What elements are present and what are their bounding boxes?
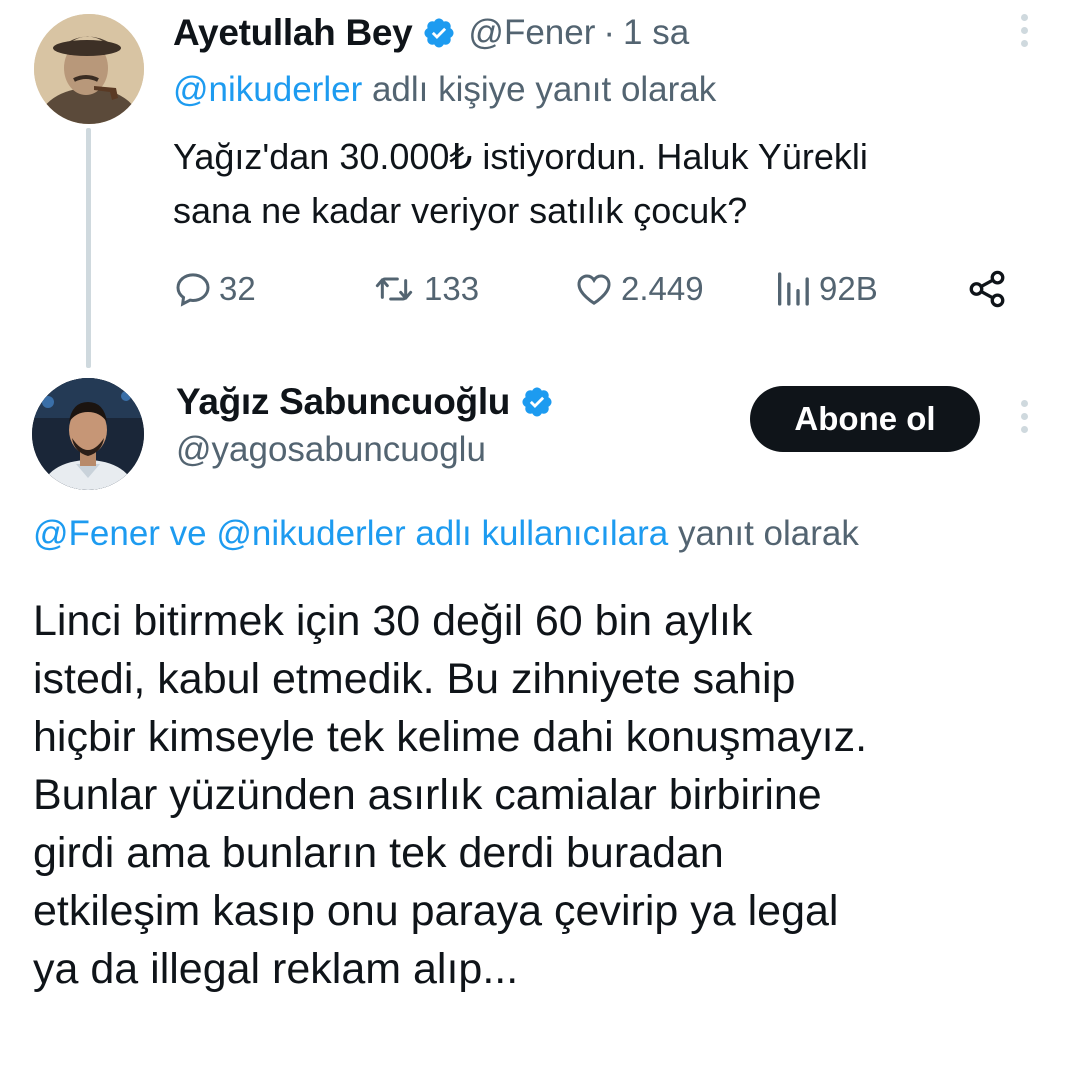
like-button[interactable]: 2.449 xyxy=(573,262,704,316)
thread-connector-line xyxy=(86,128,91,368)
follow-button[interactable]: Abone ol xyxy=(750,386,980,452)
tweet2-text: Linci bitirmek için 30 değil 60 bin aylı… xyxy=(33,592,1063,998)
author-handle[interactable]: @Fener xyxy=(468,13,595,53)
tweet-thread: Ayetullah Bey @Fener · 1 sa @nikuderler … xyxy=(0,0,1080,1082)
retweet-button[interactable]: 133 xyxy=(370,262,479,316)
like-count: 2.449 xyxy=(621,270,704,307)
reply-count: 32 xyxy=(219,270,256,307)
views-count: 92B xyxy=(819,270,878,307)
tweet2-text-line: Bunlar yüzünden asırlık camialar birbiri… xyxy=(33,771,822,819)
reply-context-text: yanıt olarak xyxy=(668,514,859,553)
tweet1-action-bar: 32 133 2.449 92B xyxy=(173,262,1023,316)
tweet1-text: Yağız'dan 30.000₺ istiyordun. Haluk Yüre… xyxy=(173,130,1033,238)
tweet2-text-line: ya da illegal reklam alıp... xyxy=(33,945,519,993)
author-name[interactable]: Yağız Sabuncuoğlu xyxy=(176,381,510,423)
tweet1-text-line: Yağız'dan 30.000₺ istiyordun. Haluk Yüre… xyxy=(173,136,868,177)
avatar-ayetullah-bey[interactable] xyxy=(34,14,144,124)
author-handle[interactable]: @yagosabuncuoglu xyxy=(176,430,486,470)
tweet2-text-line: girdi ama bunların tek derdi buradan xyxy=(33,829,724,877)
reply-context: @nikuderler adlı kişiye yanıt olarak xyxy=(173,70,716,110)
verified-badge-icon xyxy=(520,385,554,419)
views-button[interactable]: 92B xyxy=(773,262,878,316)
tweet-timestamp[interactable]: 1 sa xyxy=(623,13,689,53)
author-name[interactable]: Ayetullah Bey xyxy=(173,12,413,54)
verified-badge-icon xyxy=(422,16,456,50)
tweet1-header: Ayetullah Bey @Fener · 1 sa xyxy=(173,8,689,58)
reply-button[interactable]: 32 xyxy=(173,262,256,316)
tweet2-text-line: etkileşim kasıp onu paraya çevirip ya le… xyxy=(33,887,839,935)
retweet-count: 133 xyxy=(424,270,480,307)
tweet2-text-line: Linci bitirmek için 30 değil 60 bin aylı… xyxy=(33,597,753,645)
more-options-icon[interactable] xyxy=(1019,400,1029,433)
heart-icon xyxy=(573,269,615,309)
reply-context: @Fener ve @nikuderler adlı kullanıcılara… xyxy=(33,514,859,554)
reply-mentions-link[interactable]: @Fener ve @nikuderler adlı kullanıcılara xyxy=(33,514,668,553)
reply-mention-link[interactable]: @nikuderler xyxy=(173,70,362,109)
tweet2-text-line: hiçbir kimseyle tek kelime dahi konuşmay… xyxy=(33,713,868,761)
tweet1-text-line: sana ne kadar veriyor satılık çocuk? xyxy=(173,190,748,231)
retweet-icon xyxy=(370,269,418,309)
tweet2-header: Yağız Sabuncuoğlu xyxy=(176,378,554,426)
separator-dot: · xyxy=(603,13,616,52)
avatar-yagiz-sabuncuoglu[interactable] xyxy=(32,378,144,490)
tweet2-text-line: istedi, kabul etmedik. Bu zihniyete sahi… xyxy=(33,655,796,703)
reply-context-text: adlı kişiye yanıt olarak xyxy=(362,70,717,109)
share-icon xyxy=(966,268,1008,310)
reply-bubble-icon xyxy=(173,269,213,309)
views-bars-icon xyxy=(773,269,813,309)
more-options-icon[interactable] xyxy=(1019,14,1029,47)
share-button[interactable] xyxy=(966,262,1008,316)
